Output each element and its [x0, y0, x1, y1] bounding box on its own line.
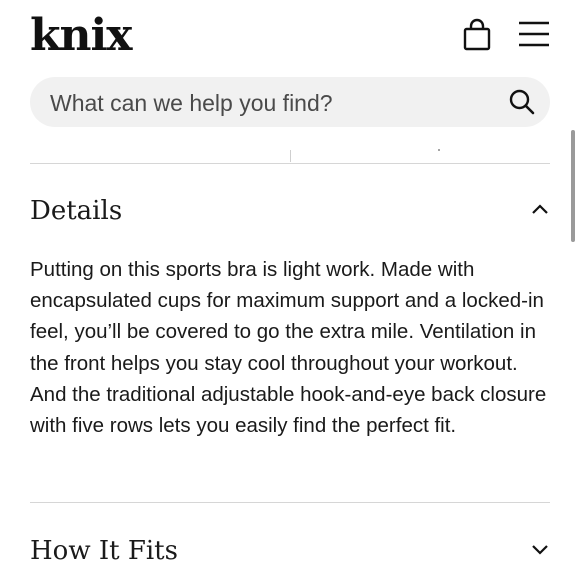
previous-section-remnant-dot [438, 149, 440, 151]
accordion-header-how-it-fits[interactable]: How It Fits [30, 526, 550, 576]
scrollbar[interactable] [571, 130, 575, 242]
site-header: knix [0, 0, 580, 72]
search-input[interactable] [48, 77, 492, 129]
shopping-bag-icon[interactable] [462, 18, 492, 52]
hamburger-menu-icon[interactable] [517, 20, 551, 48]
chevron-up-icon[interactable] [530, 199, 550, 219]
divider [30, 163, 550, 164]
details-description: Putting on this sports bra is light work… [30, 258, 547, 438]
chevron-down-icon[interactable] [530, 539, 550, 559]
accordion-header-details[interactable]: Details [30, 186, 550, 236]
accordion-title-details: Details [30, 196, 123, 226]
accordion-title-how-it-fits: How It Fits [30, 536, 178, 566]
search-icon[interactable] [508, 88, 536, 116]
knix-logo[interactable]: knix [30, 6, 132, 66]
search-bar [30, 77, 550, 129]
previous-section-remnant [290, 150, 291, 162]
divider [30, 502, 550, 503]
